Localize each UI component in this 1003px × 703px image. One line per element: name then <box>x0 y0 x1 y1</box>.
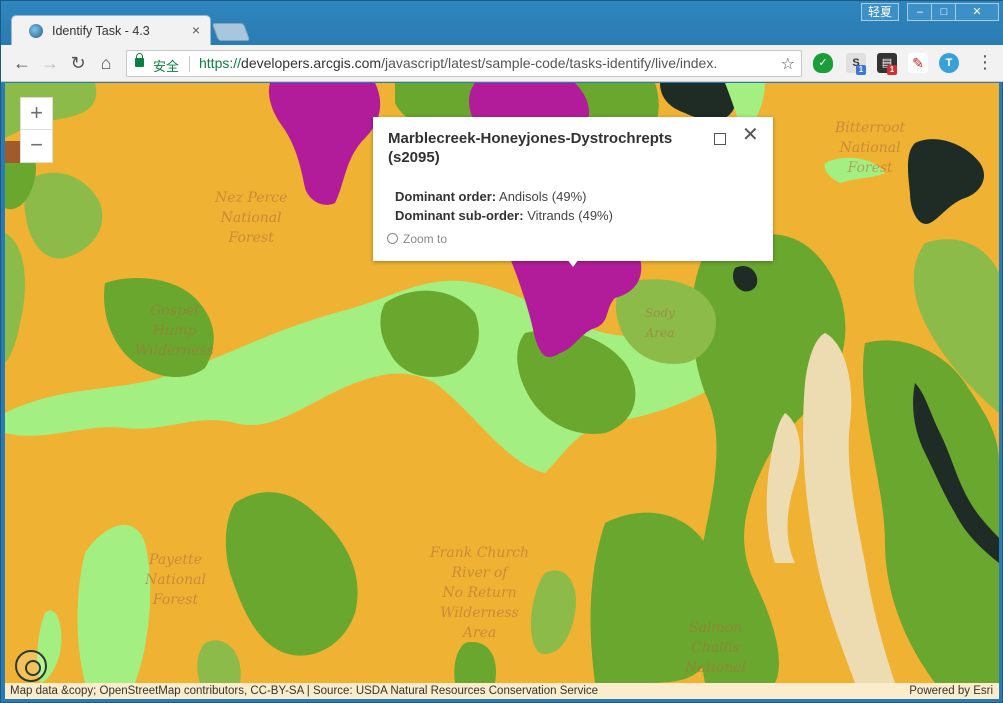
maximize-button[interactable]: □ <box>931 3 957 21</box>
home-icon[interactable]: ⌂ <box>95 52 117 74</box>
shield-extension-icon[interactable]: ✓ <box>813 53 833 73</box>
back-icon[interactable]: ← <box>11 52 33 74</box>
map-view[interactable]: Nez Perce National Forest Gospel Hump Wilder… <box>5 83 999 699</box>
menu-icon[interactable]: ⋮ <box>976 51 994 75</box>
pdf-extension-icon[interactable]: ✎ <box>908 53 928 73</box>
tab-title: Identify Task - 4.3 <box>52 24 150 38</box>
notes-extension-badge: 1 <box>887 65 897 75</box>
dock-icon[interactable] <box>713 131 727 145</box>
navigation-toggle-icon[interactable] <box>15 650 47 682</box>
tab-close-icon[interactable]: × <box>192 22 200 38</box>
profile-button[interactable]: 轻夏 <box>861 3 899 21</box>
zoom-in-button[interactable]: + <box>21 98 52 130</box>
new-tab-button[interactable] <box>211 23 251 41</box>
window-close-button[interactable]: ✕ <box>955 3 999 21</box>
lock-icon <box>135 53 144 67</box>
translate-extension-icon[interactable]: T <box>939 53 959 73</box>
globe-icon <box>29 24 43 38</box>
browser-window: Identify Task - 4.3 × 轻夏 – □ ✕ ← → ↻ ⌂ 安… <box>0 0 1003 703</box>
dominant-suborder-row: Dominant sub-order: Vitrands (49%) <box>395 206 613 225</box>
zoom-control: + − <box>20 97 53 163</box>
forward-icon[interactable]: → <box>39 52 61 74</box>
url-scheme: https:// <box>199 55 242 71</box>
tab-identify-task[interactable]: Identify Task - 4.3 × <box>11 15 211 45</box>
dominant-order-row: Dominant order: Andisols (49%) <box>395 187 613 206</box>
attribution-text: Map data &copy; OpenStreetMap contributo… <box>10 685 599 697</box>
zoom-to-label: Zoom to <box>403 232 448 246</box>
zoom-to-action[interactable]: Zoom to <box>387 232 447 246</box>
close-icon[interactable]: ✕ <box>742 125 759 145</box>
zoom-out-button[interactable]: − <box>21 130 52 162</box>
order-value: Andisols (49%) <box>499 189 587 204</box>
zoom-to-icon <box>387 233 398 244</box>
suborder-value: Vitrands (49%) <box>527 208 613 223</box>
url-path: /javascript/latest/sample-code/tasks-ide… <box>381 55 718 71</box>
url-host: developers.arcgis.com <box>241 55 382 71</box>
bookmark-star-icon[interactable]: ☆ <box>781 54 795 74</box>
divider <box>189 56 190 72</box>
url-text[interactable]: https://developers.arcgis.com/javascript… <box>199 55 774 71</box>
identify-popup: Marblecreek-Honeyjones-Dystrochrepts (s2… <box>373 117 773 267</box>
order-label: Dominant order: <box>395 189 497 204</box>
secure-label: 安全 <box>153 59 180 74</box>
minimize-button[interactable]: – <box>907 3 933 21</box>
reload-icon[interactable]: ↻ <box>67 52 89 74</box>
address-bar[interactable]: 安全 https://developers.arcgis.com/javascr… <box>126 50 802 77</box>
s-extension-badge: 1 <box>856 65 866 75</box>
browser-toolbar: ← → ↻ ⌂ 安全 https://developers.arcgis.com… <box>1 45 1003 82</box>
powered-by-esri[interactable]: Powered by Esri <box>909 683 993 699</box>
suborder-label: Dominant sub-order: <box>395 208 524 223</box>
popup-content: Dominant order: Andisols (49%) Dominant … <box>395 187 613 225</box>
title-bar: Identify Task - 4.3 × 轻夏 – □ ✕ <box>1 1 1003 45</box>
attribution-bar: Map data &copy; OpenStreetMap contributo… <box>5 683 999 699</box>
popup-title: Marblecreek-Honeyjones-Dystrochrepts (s2… <box>388 130 673 166</box>
